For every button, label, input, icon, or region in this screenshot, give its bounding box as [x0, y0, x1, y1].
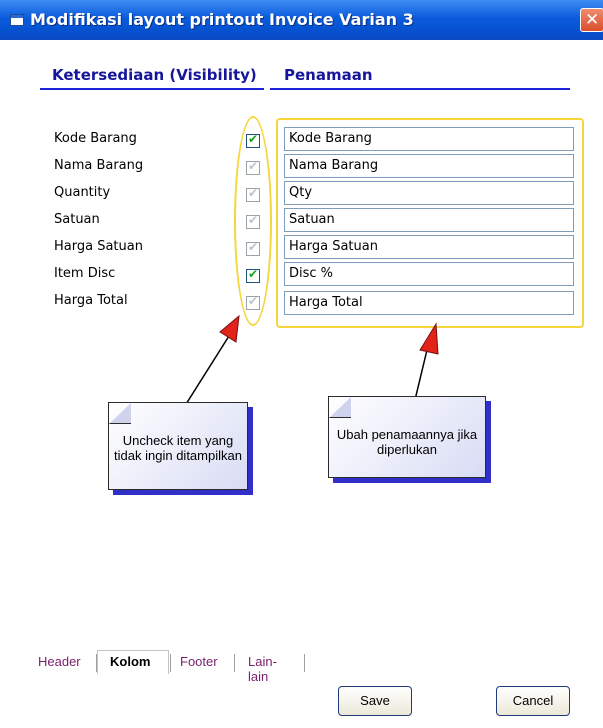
tab-footer[interactable]: Footer [180, 654, 218, 669]
dialog-window: Modifikasi layout printout Invoice Varia… [0, 0, 603, 728]
uncheck-callout: Uncheck item yang tidak ingin ditampilka… [108, 402, 248, 490]
rename-callout: Ubah penamaannya jika diperlukan [328, 396, 486, 478]
tab-separator [170, 654, 174, 672]
uncheck-callout-text: Uncheck item yang tidak ingin ditampilka… [114, 433, 242, 463]
uncheck-arrowhead [219, 314, 240, 343]
save-button[interactable]: Save [338, 686, 412, 716]
tab-lain-lain[interactable]: Lain-lain [248, 654, 277, 684]
save-button-label: Save [360, 693, 390, 708]
callout-arrows [175, 314, 439, 421]
tab-separator [304, 654, 308, 672]
cancel-button[interactable]: Cancel [496, 686, 570, 716]
note-fold [329, 397, 351, 418]
rename-callout-text: Ubah penamaannya jika diperlukan [336, 427, 478, 457]
cancel-button-label: Cancel [512, 693, 554, 708]
rename-arrowhead [419, 322, 439, 355]
tab-kolom[interactable]: Kolom [110, 654, 150, 669]
tab-separator [234, 654, 238, 672]
tab-header[interactable]: Header [38, 654, 81, 669]
tab-separator [96, 654, 100, 672]
note-fold [109, 403, 131, 424]
